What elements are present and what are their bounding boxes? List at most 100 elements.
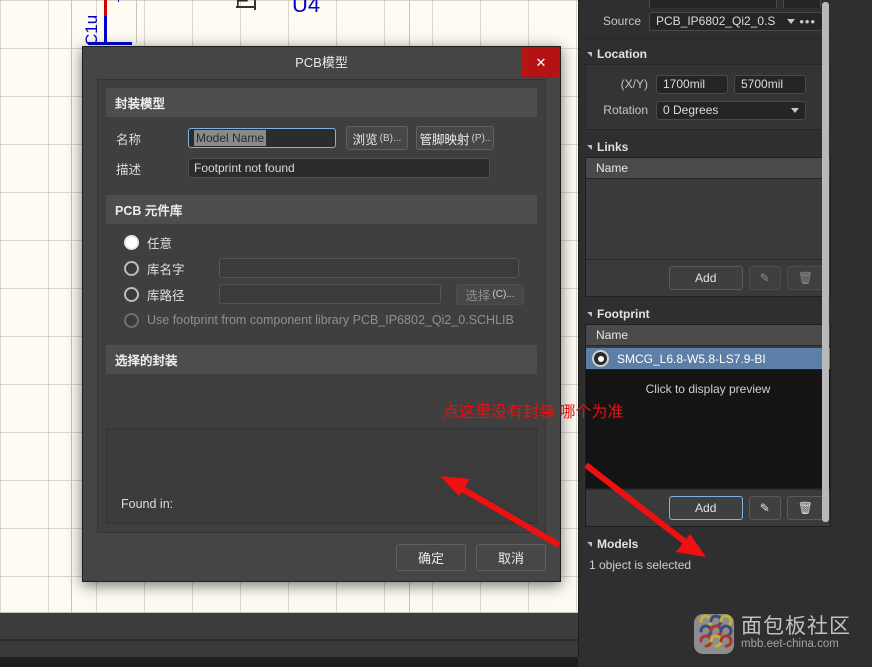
- x-input[interactable]: 1700mil: [656, 74, 728, 94]
- radio-libname-icon[interactable]: [124, 260, 139, 276]
- collapse-triangle-icon[interactable]: [587, 144, 592, 150]
- use-footprint-label: Use footprint from component library PCB…: [147, 313, 514, 327]
- dialog-body: 封装模型 名称 Model Name 浏览 (B)... 管脚映射 (P).. …: [97, 79, 546, 533]
- bottom-strip: [0, 657, 872, 667]
- footprint-preview[interactable]: Click to display preview: [585, 370, 831, 489]
- links-list-body[interactable]: [586, 179, 830, 259]
- trash-icon[interactable]: 🗑: [786, 496, 824, 520]
- section-header-models[interactable]: Models: [579, 533, 837, 554]
- pencil-icon[interactable]: ✎: [748, 266, 781, 290]
- name-row: 名称 Model Name 浏览 (B)... 管脚映射 (P)..: [106, 123, 537, 153]
- collapse-triangle-icon[interactable]: [587, 51, 592, 57]
- any-label: 任意: [147, 236, 173, 251]
- choose-button-mnemonic: (C)...: [492, 288, 515, 300]
- use-footprint-row[interactable]: Use footprint from component library PCB…: [106, 307, 537, 333]
- libname-input[interactable]: [219, 258, 519, 278]
- links-add-button[interactable]: Add: [668, 266, 743, 290]
- xy-label: (X/Y): [620, 77, 648, 91]
- libpath-input[interactable]: [219, 284, 441, 304]
- choose-button[interactable]: 选择 (C)...: [456, 283, 524, 305]
- schematic-gridline: [136, 0, 137, 43]
- partial-field-row: [579, 0, 837, 8]
- description-label: 描述: [116, 162, 142, 177]
- pcb-library-header: PCB 元件库: [106, 195, 537, 224]
- model-name-input[interactable]: Model Name: [188, 128, 336, 148]
- radio-selected-icon[interactable]: [592, 350, 609, 367]
- found-in-box[interactable]: Found in:: [106, 428, 537, 524]
- pin-map-button[interactable]: 管脚映射 (P)..: [416, 126, 494, 150]
- preview-placeholder-text: Click to display preview: [645, 382, 771, 396]
- pencil-icon[interactable]: ✎: [748, 496, 781, 520]
- schematic-wire: [118, 0, 119, 2]
- footprint-listbox[interactable]: Name SMCG_L6.8-W5.8-LS7.9-BI: [585, 324, 831, 370]
- collapse-triangle-icon[interactable]: [587, 541, 592, 547]
- footprint-toolbar: Add ✎ 🗑: [586, 489, 830, 526]
- close-icon[interactable]: ✕: [522, 47, 560, 78]
- table-row[interactable]: SMCG_L6.8-W5.8-LS7.9-BI: [586, 348, 830, 369]
- libpath-radio-row[interactable]: 库路径 选择 (C)...: [106, 281, 537, 307]
- footprint-column-name: Name: [586, 325, 830, 346]
- links-listbox[interactable]: Name Add ✎ 🗑: [585, 157, 831, 297]
- footprint-row-name: SMCG_L6.8-W5.8-LS7.9-BI: [617, 351, 766, 366]
- section-header-footprint[interactable]: Footprint: [579, 303, 837, 324]
- location-header-label: Location: [597, 47, 647, 61]
- pin-map-button-mnemonic: (P)..: [471, 132, 491, 144]
- footprint-header-label: Footprint: [597, 307, 650, 321]
- radio-any-icon[interactable]: [124, 234, 139, 250]
- description-row: 描述 Footprint not found: [106, 153, 537, 183]
- y-input[interactable]: 5700mil: [734, 74, 806, 94]
- section-header-location[interactable]: Location: [579, 43, 837, 64]
- model-name-value: Model Name: [194, 130, 267, 146]
- chevron-down-icon[interactable]: [787, 18, 796, 24]
- footprint-list-body[interactable]: SMCG_L6.8-W5.8-LS7.9-BI: [586, 346, 830, 369]
- selected-footprint-section: 选择的封装: [106, 345, 537, 374]
- dialog-titlebar[interactable]: PCB模型 ✕: [83, 47, 560, 79]
- trash-icon[interactable]: 🗑: [786, 266, 824, 290]
- links-toolbar: Add ✎ 🗑: [586, 259, 830, 296]
- source-value: PCB_IP6802_Qi2_0.S: [656, 13, 776, 28]
- chevron-down-icon[interactable]: [791, 107, 799, 113]
- annotation-red-note: 点这里没有封装 哪个为准: [443, 404, 624, 421]
- radio-libpath-icon[interactable]: [124, 286, 139, 302]
- selected-footprint-header: 选择的封装: [106, 345, 537, 374]
- partial-field-secondary[interactable]: [783, 0, 821, 8]
- divider: [579, 38, 837, 39]
- location-group: (X/Y) 1700mil 5700mil Rotation 0 Degrees: [585, 64, 831, 130]
- description-input[interactable]: Footprint not found: [188, 158, 490, 178]
- libname-radio-row[interactable]: 库名字: [106, 255, 537, 281]
- footprint-add-button[interactable]: Add: [668, 496, 743, 520]
- rotation-combo[interactable]: 0 Degrees: [656, 100, 806, 120]
- schematic-label-u4: U4: [292, 0, 321, 17]
- rotation-row: Rotation 0 Degrees: [586, 97, 830, 123]
- status-text: 1 object is selected: [589, 558, 692, 572]
- partial-field[interactable]: [649, 0, 777, 8]
- pcb-library-section: PCB 元件库 任意 库名字 库路径 选择 (C)... Use footpri…: [106, 195, 537, 333]
- properties-panel: Source PCB_IP6802_Qi2_0.S ••• Location (…: [578, 0, 872, 667]
- schematic-wire-dark: [254, 0, 256, 10]
- dialog-title: PCB模型: [295, 55, 348, 70]
- source-combo[interactable]: PCB_IP6802_Qi2_0.S •••: [649, 11, 823, 31]
- dialog-footer: 确定 取消: [396, 544, 546, 571]
- pcb-model-dialog: PCB模型 ✕ 封装模型 名称 Model Name 浏览 (B)... 管脚映…: [82, 46, 561, 582]
- footprint-model-header: 封装模型: [106, 88, 537, 117]
- radio-use-footprint-icon[interactable]: [124, 312, 139, 328]
- ok-button[interactable]: 确定: [396, 544, 466, 571]
- vertical-scrollbar[interactable]: [822, 2, 829, 522]
- rotation-value: 0 Degrees: [663, 102, 719, 117]
- watermark-title: 面包板社区: [741, 615, 851, 638]
- schematic-wire-red: [104, 0, 107, 16]
- section-header-links[interactable]: Links: [579, 136, 837, 157]
- links-header-label: Links: [597, 140, 629, 154]
- mbb-logo-icon: [694, 614, 734, 654]
- browse-button[interactable]: 浏览 (B)...: [346, 126, 408, 150]
- schematic-wire: [104, 14, 107, 44]
- rotation-label: Rotation: [603, 103, 648, 117]
- libname-label: 库名字: [147, 262, 185, 277]
- any-radio-row[interactable]: 任意: [106, 229, 537, 255]
- found-in-label: Found in:: [121, 497, 174, 511]
- schematic-wire-dark: [236, 6, 256, 8]
- cancel-button[interactable]: 取消: [476, 544, 546, 571]
- ellipsis-icon[interactable]: •••: [795, 12, 816, 31]
- collapse-triangle-icon[interactable]: [587, 311, 592, 317]
- footprint-toolbar-box: Add ✎ 🗑: [585, 489, 831, 527]
